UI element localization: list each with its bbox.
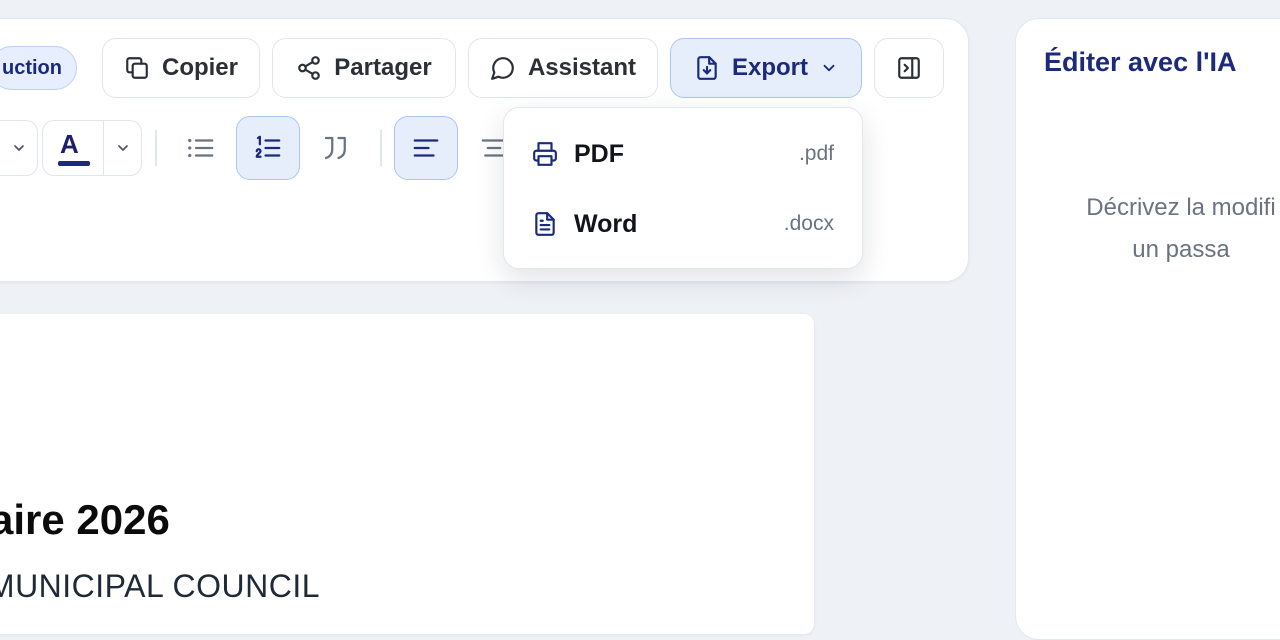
document-title: aire 2026 [0,496,170,543]
toolbar-separator [380,130,382,166]
share-label: Partager [334,54,432,81]
bullet-list-button[interactable] [169,116,233,180]
export-word-option[interactable]: Word .docx [504,194,862,254]
blockquote-button[interactable] [304,116,368,180]
align-left-icon [413,139,439,157]
export-word-label: Word [574,209,638,238]
chevron-down-icon [118,145,128,151]
mode-pill[interactable]: uction [0,46,77,90]
printer-icon [533,142,557,166]
export-pdf-option[interactable]: PDF .pdf [504,124,862,184]
ai-panel-hint: Décrivez la modifi un passa [1016,187,1280,271]
chat-bubble-icon [491,57,514,80]
text-color-swatch [58,161,90,166]
bullet-list-icon [188,138,214,158]
document-page[interactable]: aire 2026 MUNICIPAL COUNCIL [0,314,814,634]
assistant-label: Assistant [527,54,637,81]
quote-icon [324,136,346,160]
file-download-icon [697,56,717,80]
share-icon [298,56,321,80]
document-icon [535,212,555,236]
text-color-picker[interactable]: A [42,120,142,176]
chevron-down-icon [14,145,24,151]
export-label: Export [731,54,808,81]
divider [103,121,104,175]
align-left-button[interactable] [394,116,458,180]
panel-right-icon [898,57,920,79]
document-subtitle: MUNICIPAL COUNCIL [0,568,320,604]
ai-hint-line-1: Décrivez la modifi [1086,194,1276,221]
copy-icon [126,57,148,79]
ai-panel-title: Éditer avec l'IA [1044,47,1237,77]
numbered-list-button[interactable] [236,116,300,180]
ai-hint-line-2: un passa [1132,236,1230,263]
copy-label: Copier [161,54,238,81]
export-word-extension: .docx [783,212,834,235]
export-pdf-label: PDF [574,139,624,168]
mode-pill-label: uction [2,56,62,79]
numbered-list-icon [255,135,281,158]
export-dropdown-menu: PDF .pdf Word .docx [503,107,863,269]
chevron-down-icon [823,64,835,72]
toggle-side-panel-button[interactable] [874,38,944,98]
copy-button[interactable]: Copier [102,38,260,98]
font-size-dropdown[interactable] [0,120,38,176]
assistant-button[interactable]: Assistant [468,38,658,98]
text-color-letter: A [60,129,79,159]
ai-edit-panel: Éditer avec l'IA Décrivez la modifi un p… [1015,18,1280,640]
toolbar-separator [155,130,157,166]
export-button[interactable]: Export [670,38,862,98]
share-button[interactable]: Partager [272,38,456,98]
export-pdf-extension: .pdf [798,142,834,165]
